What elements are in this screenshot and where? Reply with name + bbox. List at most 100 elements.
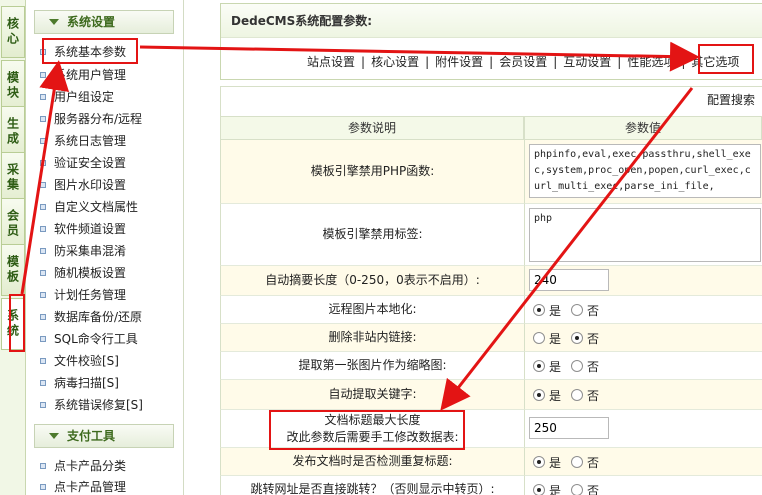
vtab-system[interactable]: 系统 bbox=[1, 298, 25, 350]
menu-item-card-products[interactable]: 点卡产品管理 bbox=[40, 477, 126, 495]
row-label-title-max-length: 文档标题最大长度 改此参数后需要手工修改数据表: bbox=[220, 410, 524, 448]
radio-yes[interactable] bbox=[533, 332, 545, 344]
vtab-collect[interactable]: 采集 bbox=[1, 152, 25, 204]
row-label-auto-keywords: 自动提取关键字: bbox=[220, 380, 524, 410]
tab-member-settings[interactable]: 会员设置 bbox=[499, 53, 547, 71]
page-title: DedeCMS系统配置参数: bbox=[221, 4, 762, 38]
bullet-icon bbox=[40, 314, 46, 320]
bullet-icon bbox=[40, 204, 46, 210]
menu-item-servers[interactable]: 服务器分布/远程 bbox=[40, 109, 142, 129]
vtab-member[interactable]: 会员 bbox=[1, 198, 25, 250]
menu-item-file-check[interactable]: 文件校验[S] bbox=[40, 351, 119, 371]
bullet-icon bbox=[40, 358, 46, 364]
vtab-generate[interactable]: 生成 bbox=[1, 106, 25, 158]
menu-item-users[interactable]: 系统用户管理 bbox=[40, 65, 126, 85]
menu-item-db-backup[interactable]: 数据库备份/还原 bbox=[40, 307, 142, 327]
row-value-title-max-length bbox=[524, 410, 762, 448]
tab-performance[interactable]: 性能选项 bbox=[627, 53, 675, 71]
menu-item-card-categories[interactable]: 点卡产品分类 bbox=[40, 456, 126, 476]
bullet-icon bbox=[40, 402, 46, 408]
vtab-module[interactable]: 模块 bbox=[1, 60, 25, 112]
row-label-direct-jump: 跳转网址是否直接跳转？（否则显示中转页）: bbox=[220, 476, 524, 495]
row-label-duplicate-title-check: 发布文档时是否检测重复标题: bbox=[220, 448, 524, 476]
tab-site-settings[interactable]: 站点设置 bbox=[307, 53, 355, 71]
bullet-icon bbox=[40, 380, 46, 386]
vtab-template[interactable]: 模板 bbox=[1, 244, 25, 296]
first-image-radios: 是 否 bbox=[533, 357, 609, 375]
radio-no[interactable] bbox=[571, 456, 584, 468]
row-value-auto-keywords: 是 否 bbox=[524, 380, 762, 410]
row-label-first-image-thumb: 提取第一张图片作为缩略图: bbox=[220, 352, 524, 380]
radio-no[interactable] bbox=[571, 484, 584, 495]
bullet-icon bbox=[40, 138, 46, 144]
radio-yes[interactable] bbox=[533, 456, 545, 468]
auto-keywords-radios: 是 否 bbox=[533, 386, 609, 404]
menu-item-security[interactable]: 验证安全设置 bbox=[40, 153, 126, 173]
tab-attachment-settings[interactable]: 附件设置 bbox=[435, 53, 483, 71]
collapse-triangle-icon bbox=[49, 19, 59, 25]
duplicate-title-radios: 是 否 bbox=[533, 453, 609, 471]
menu-item-logs[interactable]: 系统日志管理 bbox=[40, 131, 126, 151]
row-value-disabled-tags: php bbox=[524, 204, 762, 266]
delete-links-radios: 是 否 bbox=[533, 329, 609, 347]
column-header-desc: 参数说明 bbox=[220, 116, 524, 140]
row-label-summary-length: 自动摘要长度（0-250，0表示不启用）: bbox=[220, 266, 524, 296]
direct-jump-radios: 是 否 bbox=[533, 481, 609, 495]
radio-no[interactable] bbox=[571, 304, 584, 316]
row-label-remote-images: 远程图片本地化: bbox=[220, 296, 524, 324]
menu-item-sql-tool[interactable]: SQL命令行工具 bbox=[40, 329, 138, 349]
menu-item-error-repair[interactable]: 系统错误修复[S] bbox=[40, 395, 143, 415]
menu-item-anti-scrape[interactable]: 防采集串混淆 bbox=[40, 241, 126, 261]
title-max-length-input[interactable] bbox=[529, 417, 609, 439]
bullet-icon bbox=[40, 226, 46, 232]
tab-interaction-settings[interactable]: 互动设置 bbox=[563, 53, 611, 71]
bullet-icon bbox=[40, 270, 46, 276]
config-search-link[interactable]: 配置搜索 bbox=[707, 91, 755, 108]
bullet-icon bbox=[40, 248, 46, 254]
row-value-remote-images: 是 否 bbox=[524, 296, 762, 324]
menu-item-scheduled-tasks[interactable]: 计划任务管理 bbox=[40, 285, 126, 305]
radio-yes[interactable] bbox=[533, 389, 545, 401]
section-payment-tools[interactable]: 支付工具 bbox=[34, 424, 174, 448]
radio-yes[interactable] bbox=[533, 304, 545, 316]
bullet-icon bbox=[40, 49, 46, 55]
radio-yes[interactable] bbox=[533, 360, 545, 372]
radio-yes[interactable] bbox=[533, 484, 545, 495]
menu-item-virus-scan[interactable]: 病毒扫描[S] bbox=[40, 373, 119, 393]
radio-no[interactable] bbox=[571, 332, 584, 344]
row-value-first-image-thumb: 是 否 bbox=[524, 352, 762, 380]
menu-item-custom-attrs[interactable]: 自定义文档属性 bbox=[40, 197, 138, 217]
row-value-direct-jump: 是 否 bbox=[524, 476, 762, 495]
bullet-icon bbox=[40, 292, 46, 298]
menu-item-user-groups[interactable]: 用户组设定 bbox=[40, 87, 114, 107]
summary-length-input[interactable] bbox=[529, 269, 609, 291]
menu-item-basic-params[interactable]: 系统基本参数 bbox=[40, 42, 126, 62]
row-value-summary-length bbox=[524, 266, 762, 296]
disabled-tags-textarea[interactable]: php bbox=[529, 208, 761, 262]
php-funcs-textarea[interactable]: phpinfo,eval,exec,passthru,shell_exec,sy… bbox=[529, 144, 761, 198]
menu-item-software-channel[interactable]: 软件频道设置 bbox=[40, 219, 126, 239]
sidebar: 系统设置 系统基本参数 系统用户管理 用户组设定 服务器分布/远程 系统日志管理… bbox=[26, 0, 184, 495]
bullet-icon bbox=[40, 72, 46, 78]
title-max-length-line2: 改此参数后需要手工修改数据表: bbox=[286, 429, 459, 444]
vertical-tab-bar: 核心 模块 生成 采集 会员 模板 系统 bbox=[0, 0, 26, 495]
tab-core-settings[interactable]: 核心设置 bbox=[371, 53, 419, 71]
menu-item-random-template[interactable]: 随机模板设置 bbox=[40, 263, 126, 283]
title-max-length-line1: 文档标题最大长度 bbox=[324, 412, 421, 427]
row-label-delete-external-links: 删除非站内链接: bbox=[220, 324, 524, 352]
row-label-php-funcs: 模板引擎禁用PHP函数: bbox=[220, 140, 524, 204]
radio-no[interactable] bbox=[571, 389, 584, 401]
menu-item-watermark[interactable]: 图片水印设置 bbox=[40, 175, 126, 195]
tab-other-options[interactable]: 其它选项 bbox=[691, 53, 739, 71]
row-value-php-funcs: phpinfo,eval,exec,passthru,shell_exec,sy… bbox=[524, 140, 762, 204]
section-title: 系统设置 bbox=[67, 15, 116, 29]
bullet-icon bbox=[40, 484, 46, 490]
section-system-settings[interactable]: 系统设置 bbox=[34, 10, 174, 34]
vtab-core[interactable]: 核心 bbox=[1, 6, 25, 58]
bullet-icon bbox=[40, 182, 46, 188]
radio-no[interactable] bbox=[571, 360, 584, 372]
row-value-duplicate-title-check: 是 否 bbox=[524, 448, 762, 476]
main-content: DedeCMS系统配置参数: 站点设置 | 核心设置 | 附件设置 | 会员设置 | 互动设置 |… bbox=[184, 0, 762, 495]
bullet-icon bbox=[40, 116, 46, 122]
collapse-triangle-icon bbox=[49, 433, 59, 439]
